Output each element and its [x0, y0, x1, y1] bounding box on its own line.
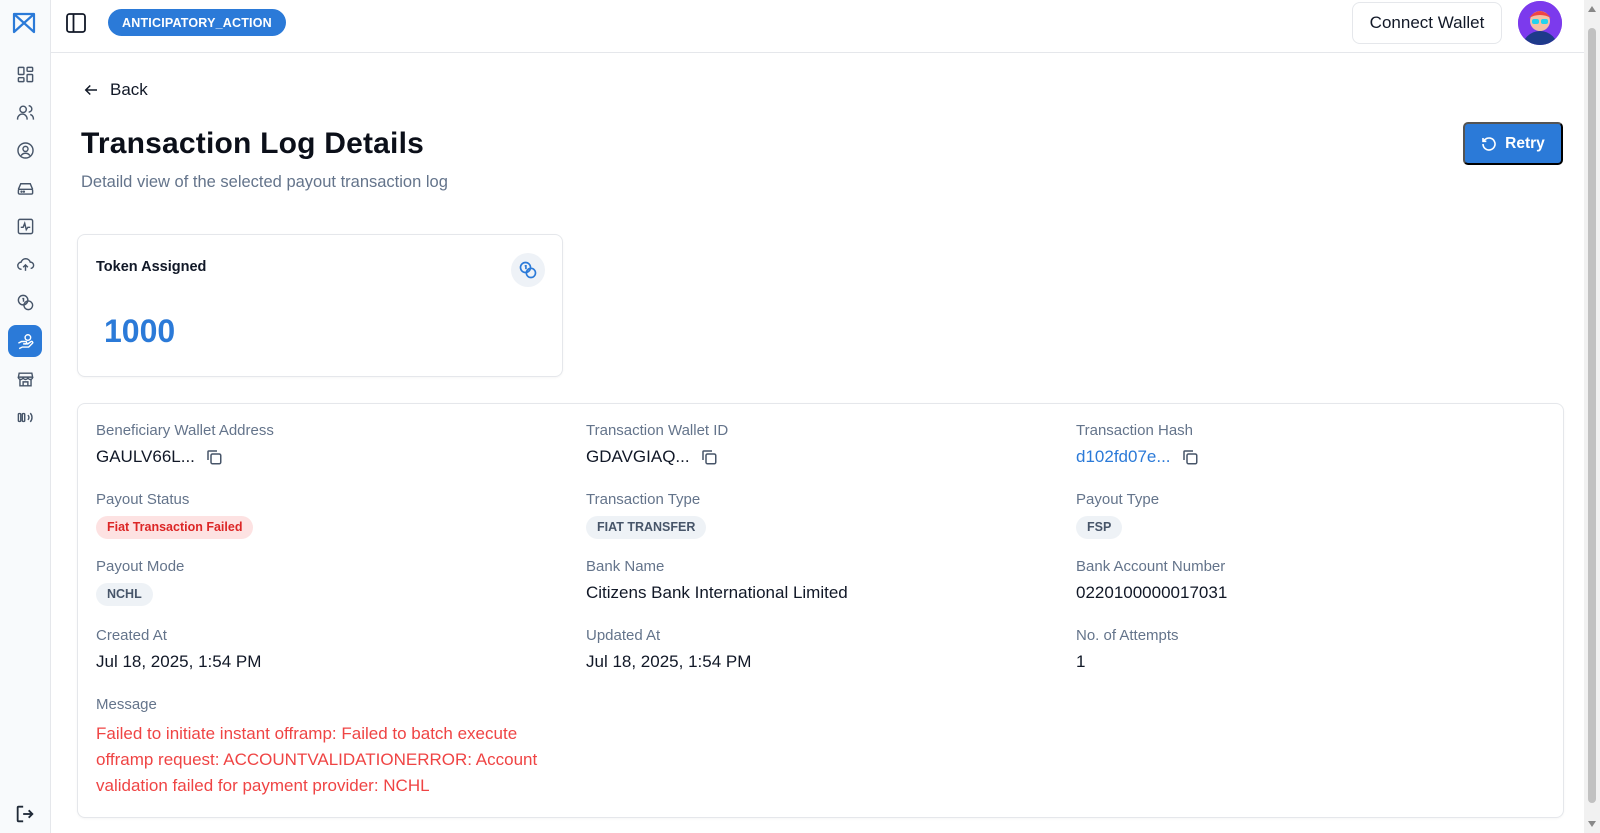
transaction-wallet-id-field: Transaction Wallet ID GDAVGIAQ... — [586, 422, 728, 467]
beneficiary-wallet-field: Beneficiary Wallet Address GAULV66L... — [96, 422, 274, 467]
transaction-type-field: Transaction Type FIAT TRANSFER — [586, 491, 707, 539]
panel-left-icon — [66, 13, 86, 33]
created-at-field: Created At Jul 18, 2025, 1:54 PM — [96, 627, 261, 672]
back-label: Back — [110, 80, 148, 99]
avatar[interactable] — [1518, 1, 1562, 45]
token-assigned-card: Token Assigned 1000 — [77, 234, 563, 377]
message-field: Message Failed to initiate instant offra… — [96, 696, 566, 799]
field-label: Bank Name — [586, 558, 665, 575]
bank-name-value: Citizens Bank International Limited — [586, 583, 848, 602]
field-label: Payout Status — [96, 491, 190, 508]
dashboard-icon — [17, 66, 33, 82]
field-label: Created At — [96, 627, 167, 644]
rotate-ccw-icon — [1482, 136, 1496, 151]
page-subtitle: Detaild view of the selected payout tran… — [81, 173, 448, 191]
sidebar-item-users[interactable] — [8, 96, 42, 128]
coins-icon — [17, 294, 33, 310]
attempts-field: No. of Attempts 1 — [1076, 627, 1179, 672]
app-logo-icon[interactable] — [11, 10, 37, 36]
copy-icon[interactable] — [1181, 448, 1199, 466]
beneficiary-wallet-value: GAULV66L... — [96, 447, 195, 466]
token-assigned-value: 1000 — [104, 313, 176, 349]
sidebar-item-upload[interactable] — [8, 248, 42, 280]
hard-drive-icon — [17, 182, 33, 195]
page-title: Transaction Log Details — [81, 127, 425, 160]
project-badge[interactable]: ANTICIPATORY_ACTION — [108, 9, 286, 36]
error-message: Failed to initiate instant offramp: Fail… — [96, 724, 538, 795]
activity-icon — [17, 218, 33, 234]
copy-icon[interactable] — [700, 448, 718, 466]
field-label: Updated At — [586, 627, 661, 644]
field-label: No. of Attempts — [1076, 627, 1179, 644]
users-icon — [16, 104, 34, 120]
payout-mode-badge: NCHL — [96, 583, 153, 606]
payout-type-badge: FSP — [1076, 516, 1123, 539]
back-link[interactable]: Back — [82, 80, 148, 100]
scroll-thumb[interactable] — [1588, 28, 1596, 803]
page-scrollbar[interactable] — [1584, 0, 1600, 833]
transaction-hash-field: Transaction Hash d102fd07e... — [1076, 422, 1199, 467]
sidebar-item-payouts[interactable] — [8, 325, 42, 357]
transaction-type-badge: FIAT TRANSFER — [586, 516, 707, 539]
field-label: Beneficiary Wallet Address — [96, 422, 274, 439]
updated-at-field: Updated At Jul 18, 2025, 1:54 PM — [586, 627, 751, 672]
logout-icon — [16, 805, 34, 823]
scroll-up-icon[interactable] — [1588, 6, 1596, 12]
field-label: Bank Account Number — [1076, 558, 1226, 575]
sidebar-item-vendors[interactable] — [8, 363, 42, 395]
field-label: Transaction Wallet ID — [586, 422, 729, 439]
bank-account-field: Bank Account Number 0220100000017031 — [1076, 558, 1227, 603]
sidebar-item-dashboard[interactable] — [8, 58, 42, 90]
updated-at-value: Jul 18, 2025, 1:54 PM — [586, 652, 752, 671]
field-value: GAULV66L... — [96, 447, 274, 467]
field-label: Message — [96, 696, 157, 713]
sidebar-item-storage[interactable] — [8, 172, 42, 204]
sidebar — [0, 0, 51, 833]
field-value: d102fd07e... — [1076, 447, 1199, 467]
status-badge: Fiat Transaction Failed — [96, 516, 254, 539]
scroll-down-icon[interactable] — [1588, 821, 1596, 827]
bank-account-value: 0220100000017031 — [1076, 583, 1228, 602]
sidebar-item-activity[interactable] — [8, 210, 42, 242]
hand-coins-icon — [17, 333, 33, 349]
cloud-upload-icon — [16, 257, 34, 271]
sidebar-item-tokens[interactable] — [8, 286, 42, 318]
payout-mode-field: Payout Mode NCHL — [96, 558, 184, 606]
user-avatar-icon — [1518, 1, 1562, 45]
field-label: Payout Mode — [96, 558, 185, 575]
transaction-hash-link[interactable]: d102fd07e... — [1076, 447, 1171, 467]
retry-label: Retry — [1505, 134, 1545, 152]
attempts-value: 1 — [1076, 652, 1086, 671]
bank-name-field: Bank Name Citizens Bank International Li… — [586, 558, 848, 603]
created-at-value: Jul 18, 2025, 1:54 PM — [96, 652, 262, 671]
field-label: Transaction Hash — [1076, 422, 1193, 439]
sidebar-item-profile[interactable] — [8, 134, 42, 166]
store-icon — [17, 371, 33, 387]
transaction-wallet-id-value: GDAVGIAQ... — [586, 447, 690, 466]
token-assigned-label: Token Assigned — [96, 259, 207, 275]
field-label: Payout Type — [1076, 491, 1160, 508]
field-value: GDAVGIAQ... — [586, 447, 728, 467]
logout-button[interactable] — [8, 798, 42, 830]
sidebar-item-communications[interactable] — [8, 401, 42, 433]
retry-button[interactable]: Retry — [1463, 122, 1563, 165]
payout-status-field: Payout Status Fiat Transaction Failed — [96, 491, 254, 539]
sidebar-toggle-button[interactable] — [63, 10, 89, 36]
broadcast-icon — [17, 412, 33, 422]
field-label: Transaction Type — [586, 491, 701, 508]
connect-wallet-button[interactable]: Connect Wallet — [1352, 2, 1502, 44]
transaction-details-card: Beneficiary Wallet Address GAULV66L... T… — [77, 403, 1564, 818]
arrow-left-icon — [84, 84, 97, 96]
user-circle-icon — [16, 141, 34, 159]
payout-type-field: Payout Type FSP — [1076, 491, 1159, 539]
top-bar: ANTICIPATORY_ACTION Connect Wallet — [51, 0, 1600, 53]
copy-icon[interactable] — [205, 448, 223, 466]
coins-icon — [511, 253, 545, 287]
